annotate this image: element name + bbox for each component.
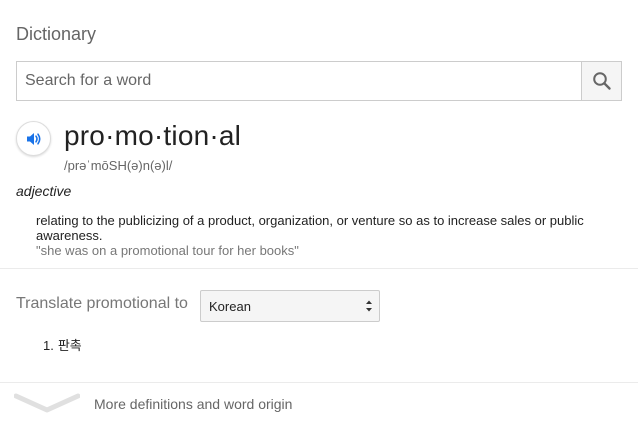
search-icon <box>592 72 611 90</box>
headword: pro·mo·tion·al <box>64 120 242 151</box>
search-button[interactable] <box>581 62 621 100</box>
phonetic-spelling: /prəˈmōSH(ə)n(ə)l/ <box>64 158 173 173</box>
card-title: Dictionary <box>16 24 97 44</box>
definition-text: relating to the publicizing of a product… <box>36 213 584 243</box>
chevron-down-icon <box>14 393 80 413</box>
speaker-icon <box>26 132 40 145</box>
dictionary-card: Dictionary pro·mo·tion·al /prəˈmōSH(ə)n(… <box>0 0 638 423</box>
translation-number: 1. <box>43 338 54 353</box>
translate-label: Translate promotional to <box>16 295 188 312</box>
translation-text: 판촉 <box>57 338 82 353</box>
language-select-value: Korean <box>209 298 251 314</box>
example-sentence: "she was on a promotional tour for her b… <box>36 243 299 258</box>
section-divider <box>0 268 638 269</box>
language-select[interactable]: Korean <box>200 290 380 322</box>
more-definitions-link[interactable]: More definitions and word origin <box>0 383 638 423</box>
search-input[interactable] <box>17 62 582 100</box>
select-arrows-icon <box>366 300 372 312</box>
more-definitions-label: More definitions and word origin <box>94 396 293 412</box>
translation-item: 1. 판촉 <box>43 335 82 354</box>
part-of-speech: adjective <box>16 183 72 199</box>
search-box <box>16 61 622 101</box>
pronunciation-button[interactable] <box>16 121 51 156</box>
